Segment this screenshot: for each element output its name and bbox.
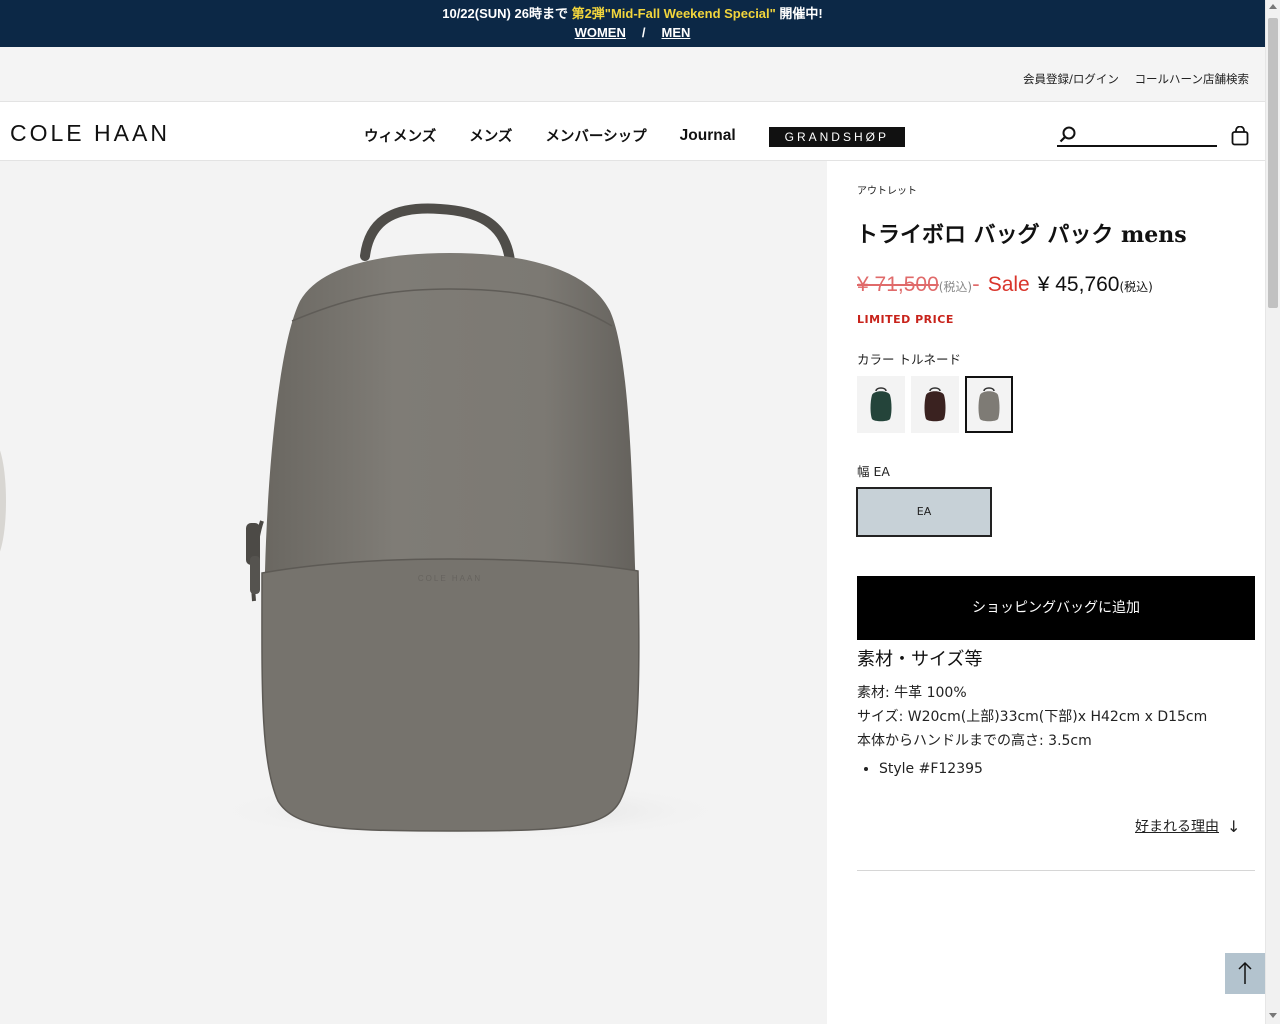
price-block: ¥ 71,500 (税込) - Sale ¥ 45,760 (税込): [857, 272, 1153, 297]
spec-bullets: Style #F12395: [879, 757, 1207, 781]
original-tax-note: (税込): [938, 280, 973, 294]
nav-item-mens[interactable]: メンズ: [469, 125, 512, 146]
sale-tax-note: (税込): [1119, 280, 1153, 294]
nav-item-journal[interactable]: Journal: [680, 127, 736, 145]
shopping-bag-icon[interactable]: [1231, 126, 1249, 146]
spec-size: サイズ: W20cm(上部)33cm(下部)x H42cm x D15cm: [857, 709, 1208, 725]
register-login-link[interactable]: 会員登録/ログイン: [1023, 72, 1119, 86]
width-label: 幅 EA: [857, 464, 890, 479]
scroll-down-arrow-icon[interactable]: [1269, 1013, 1277, 1018]
arrow-up-icon: [1238, 961, 1252, 984]
promo-link-women[interactable]: WOMEN: [575, 25, 626, 40]
color-swatch-green[interactable]: [857, 376, 905, 433]
color-swatches: [857, 376, 1019, 433]
search-icon[interactable]: [1059, 126, 1077, 144]
brand-logo[interactable]: COLE HAAN: [10, 120, 170, 147]
promo-banner: 10/22(SUN) 26時まで 第2弾"Mid-Fall Weekend Sp…: [0, 0, 1265, 47]
width-option-ea[interactable]: EA: [856, 487, 992, 537]
utility-links: 会員登録/ログイン コールハーン店舗検索: [1011, 71, 1249, 87]
store-search-link[interactable]: コールハーン店舗検索: [1135, 72, 1249, 86]
promo-separator: /: [641, 25, 646, 40]
color-swatch-tornado[interactable]: [965, 376, 1013, 433]
color-label: カラー トルネード: [857, 352, 961, 367]
backpack-thumbnail: [978, 387, 1000, 422]
promo-links: WOMEN / MEN: [0, 25, 1265, 40]
product-image: COLE HAAN: [210, 203, 730, 841]
product-gallery[interactable]: COLE HAAN: [0, 161, 827, 1024]
promo-text: 10/22(SUN) 26時まで 第2弾"Mid-Fall Weekend Sp…: [0, 3, 1265, 22]
spec-title: 素材・サイズ等: [857, 649, 983, 670]
spec-material: 素材: 牛革 100%: [857, 685, 967, 701]
spec-style-number: Style #F12395: [879, 757, 1207, 781]
product-title: トライボロ バッグ パック mens: [856, 222, 1187, 248]
nav-item-grandshop[interactable]: GRANDSHØP: [768, 127, 905, 147]
utility-bar: 会員登録/ログイン コールハーン店舗検索: [0, 47, 1265, 102]
original-price: ¥ 71,500: [857, 273, 939, 296]
image-brand-mark: COLE HAAN: [418, 574, 482, 583]
main-header: COLE HAAN ウィメンズ メンズ メンバーシップ Journal GRAN…: [0, 102, 1265, 161]
search-input[interactable]: [1079, 125, 1214, 143]
promo-prefix: 10/22(SUN) 26時まで: [442, 6, 572, 21]
breadcrumb[interactable]: アウトレット: [857, 182, 917, 197]
add-to-bag-button[interactable]: ショッピングバッグに追加: [857, 576, 1255, 640]
spec-handle-height: 本体からハンドルまでの高さ: 3.5cm: [857, 733, 1092, 749]
sale-price: ¥ 45,760: [1037, 273, 1120, 296]
promo-suffix: 開催中!: [775, 6, 823, 21]
promo-highlight: 第2弾"Mid-Fall Weekend Special": [571, 6, 776, 21]
divider: [857, 870, 1255, 871]
scrollbar-thumb[interactable]: [1268, 18, 1278, 308]
back-to-top-button[interactable]: [1225, 953, 1265, 994]
arrow-down-icon[interactable]: ↓: [1227, 817, 1240, 836]
scroll-up-arrow-icon[interactable]: [1269, 4, 1277, 9]
product-details: アウトレット トライボロ バッグ パック mens ¥ 71,500 (税込) …: [827, 161, 1265, 1024]
page-scrollbar[interactable]: [1265, 0, 1280, 1024]
promo-link-men[interactable]: MEN: [662, 25, 691, 40]
nav-item-womens[interactable]: ウィメンズ: [364, 125, 436, 146]
backpack-thumbnail: [924, 387, 946, 422]
nav-item-membership[interactable]: メンバーシップ: [545, 125, 646, 146]
search-box: [1057, 123, 1217, 147]
sale-label: Sale: [987, 273, 1030, 296]
color-swatch-burgundy[interactable]: [911, 376, 959, 433]
spec-list: 素材: 牛革 100% サイズ: W20cm(上部)33cm(下部)x H42c…: [857, 681, 1207, 781]
main-nav: ウィメンズ メンズ メンバーシップ Journal GRANDSHØP: [364, 124, 905, 147]
backpack-thumbnail: [870, 387, 892, 422]
limited-price-badge: LIMITED PRICE: [857, 313, 954, 326]
reason-link[interactable]: 好まれる理由: [1135, 816, 1219, 836]
price-dash: -: [972, 272, 980, 296]
